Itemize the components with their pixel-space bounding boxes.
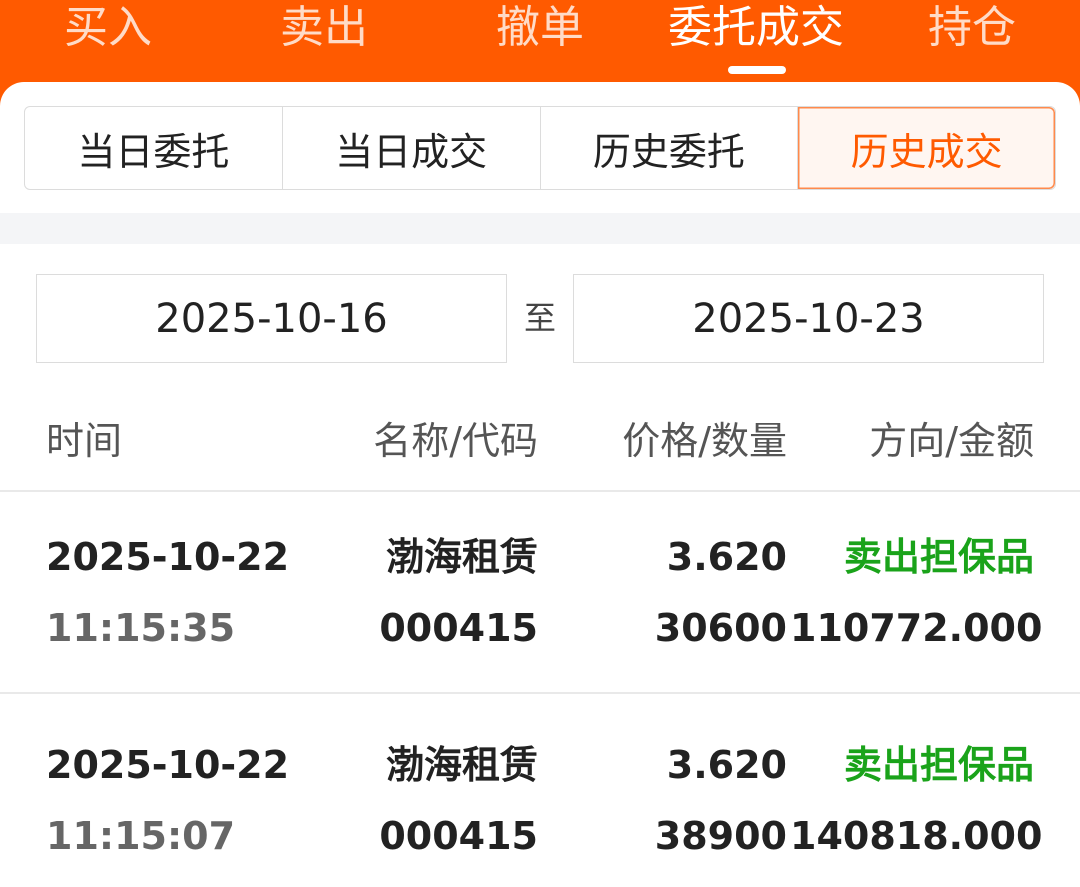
header-direction-amount: 方向/金额 [869, 419, 1034, 463]
header-time: 时间 [46, 419, 123, 463]
tab-positions[interactable]: 持仓 [924, 0, 1020, 56]
trade-quantity: 38900 [654, 814, 787, 858]
tab-buy[interactable]: 买入 [60, 0, 156, 56]
trade-price: 3.620 [666, 743, 787, 787]
trade-price: 3.620 [666, 535, 787, 579]
stock-name: 渤海租赁 [385, 743, 538, 787]
trade-direction: 卖出担保品 [843, 535, 1034, 579]
trade-direction: 卖出担保品 [843, 743, 1034, 787]
stock-code: 000415 [379, 606, 538, 650]
table-row[interactable]: 2025-10-22 11:15:35 渤海租赁 000415 3.620 30… [0, 491, 1080, 691]
trade-quantity: 30600 [654, 606, 787, 650]
section-divider-band [0, 213, 1080, 244]
trade-amount: 110772.000 [790, 606, 1043, 650]
trade-date: 2025-10-22 [46, 535, 290, 579]
tab-cancel-order[interactable]: 撤单 [492, 0, 588, 56]
table-row[interactable]: 2025-10-22 11:15:07 渤海租赁 000415 3.620 38… [0, 699, 1080, 887]
segment-history-trades[interactable]: 历史成交 [798, 107, 1055, 189]
end-date-field[interactable]: 2025-10-23 [573, 274, 1044, 363]
segment-today-trades[interactable]: 当日成交 [283, 107, 541, 189]
row-divider [0, 692, 1080, 694]
date-range-separator: 至 [523, 299, 556, 337]
tab-orders-trades[interactable]: 委托成交 [660, 0, 852, 56]
segment-today-orders[interactable]: 当日委托 [25, 107, 283, 189]
active-tab-indicator [728, 66, 786, 74]
header-name-code: 名称/代码 [373, 419, 538, 463]
trade-time: 11:15:07 [46, 814, 236, 858]
segment-history-orders[interactable]: 历史委托 [541, 107, 799, 189]
start-date-field[interactable]: 2025-10-16 [36, 274, 507, 363]
trade-amount: 140818.000 [790, 814, 1043, 858]
top-tab-bar: 买入 卖出 撤单 委托成交 持仓 [0, 0, 1080, 95]
history-segment-control: 当日委托 当日成交 历史委托 历史成交 [24, 106, 1056, 190]
tab-sell[interactable]: 卖出 [276, 0, 372, 56]
trade-time: 11:15:35 [46, 606, 236, 650]
stock-code: 000415 [379, 814, 538, 858]
stock-name: 渤海租赁 [385, 535, 538, 579]
content-panel: 当日委托 当日成交 历史委托 历史成交 2025-10-16 至 2025-10… [0, 82, 1080, 887]
trade-date: 2025-10-22 [46, 743, 290, 787]
header-price-quantity: 价格/数量 [622, 419, 787, 463]
